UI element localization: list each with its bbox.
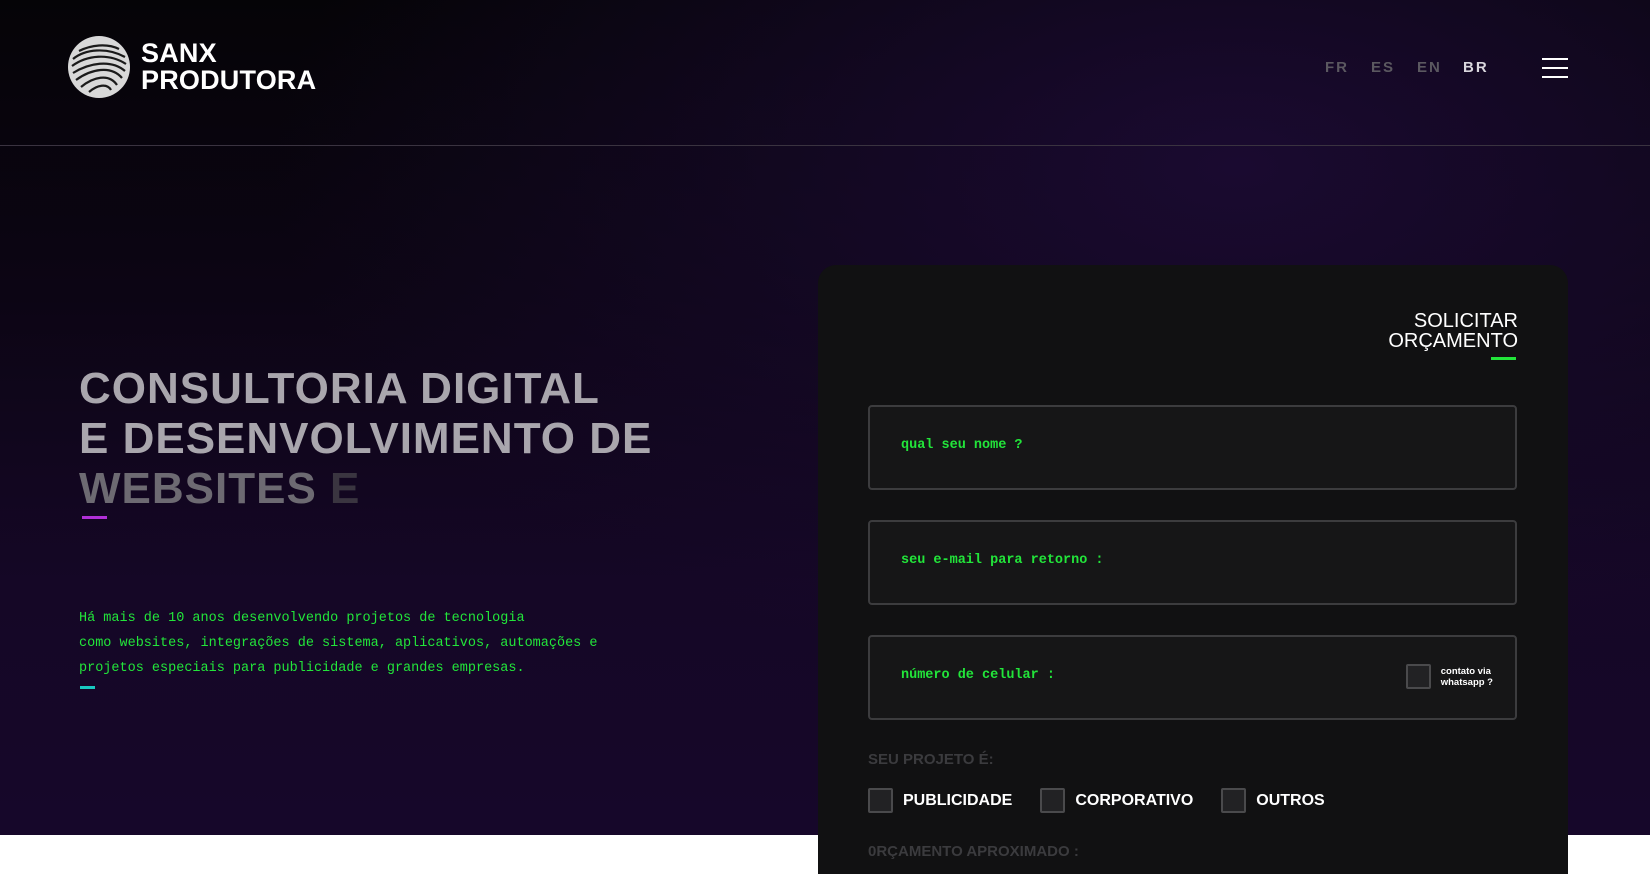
budget-label: 0RÇAMENTO APROXIMADO : (868, 843, 1079, 860)
name-placeholder: qual seu nome ? (901, 438, 1023, 453)
headline-accent-bar (82, 516, 107, 519)
option-outros[interactable]: OUTROS (1221, 788, 1325, 813)
intro-line-1: Há mais de 10 anos desenvolvendo projeto… (79, 611, 525, 626)
headline-line-2: E DESENVOLVIMENTO DE (79, 414, 653, 463)
headline-line-3: WEBSITES E (79, 464, 361, 513)
headline-line-1: CONSULTORIA DIGITAL (79, 364, 600, 413)
intro-line-2: como websites, integrações de sistema, a… (79, 636, 598, 651)
lang-en[interactable]: EN (1417, 59, 1463, 76)
whatsapp-checkbox[interactable] (1405, 664, 1431, 689)
phone-field[interactable]: número de celular : contato via whatsapp… (868, 635, 1517, 720)
option-publicidade[interactable]: PUBLICIDADE (868, 788, 1012, 813)
whatsapp-label: contato via whatsapp ? (1440, 665, 1493, 688)
brand-line-1: SANX (141, 38, 217, 68)
corporativo-checkbox[interactable] (1040, 788, 1066, 813)
hero-headline: CONSULTORIA DIGITAL E DESENVOLVIMENTO DE… (79, 364, 652, 514)
intro-accent-bar (80, 686, 95, 689)
brand-name: SANX PRODUTORA (141, 40, 316, 94)
brand-line-2: PRODUTORA (141, 65, 317, 95)
form-title: SOLICITAR ORÇAMENTO (1388, 310, 1518, 352)
email-field[interactable]: seu e-mail para retorno : (868, 520, 1517, 605)
option-corporativo[interactable]: CORPORATIVO (1040, 788, 1193, 813)
hero-intro-text: Há mais de 10 anos desenvolvendo projeto… (79, 606, 597, 681)
spiral-logo-icon (68, 36, 130, 98)
publicidade-label: PUBLICIDADE (903, 791, 1013, 809)
email-placeholder: seu e-mail para retorno : (901, 553, 1104, 568)
form-title-accent-bar (1491, 357, 1516, 360)
whatsapp-contact-option[interactable]: contato via whatsapp ? (1405, 664, 1493, 689)
site-header: SANX PRODUTORA FR ES EN BR (0, 0, 1650, 146)
phone-placeholder: número de celular : (901, 668, 1055, 683)
outros-checkbox[interactable] (1221, 788, 1247, 813)
project-type-options: PUBLICIDADE CORPORATIVO OUTROS (868, 788, 1353, 813)
hamburger-menu-icon[interactable] (1542, 58, 1568, 78)
language-switcher: FR ES EN BR (1325, 59, 1509, 76)
intro-line-3: projetos especiais para publicidade e gr… (79, 661, 525, 676)
brand-logo[interactable]: SANX PRODUTORA (67, 35, 316, 99)
name-field[interactable]: qual seu nome ? (868, 405, 1517, 490)
quote-request-form: SOLICITAR ORÇAMENTO qual seu nome ? seu … (818, 265, 1568, 874)
project-type-label: SEU PROJETO É: (868, 751, 994, 768)
outros-label: OUTROS (1256, 791, 1325, 809)
lang-br[interactable]: BR (1463, 59, 1509, 76)
lang-fr[interactable]: FR (1325, 59, 1371, 76)
corporativo-label: CORPORATIVO (1075, 791, 1194, 809)
lang-es[interactable]: ES (1371, 59, 1417, 76)
publicidade-checkbox[interactable] (868, 788, 893, 813)
